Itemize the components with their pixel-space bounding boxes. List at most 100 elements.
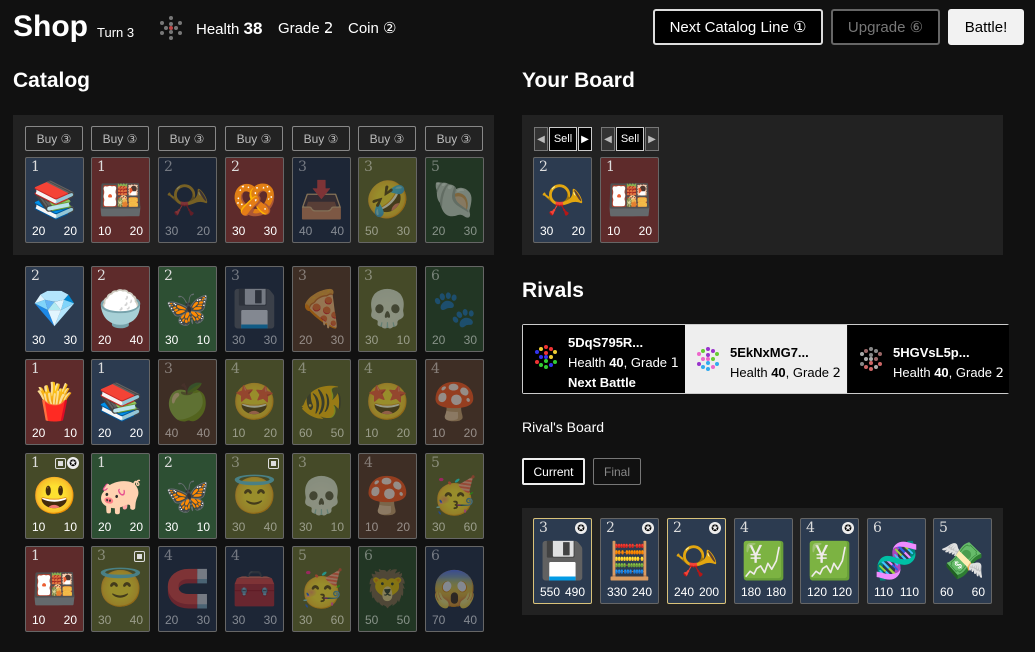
- card-health: 110: [899, 585, 919, 599]
- unit-card[interactable]: 5 🥳 30 60: [292, 546, 351, 632]
- unit-card[interactable]: 2 📯 240 200 ✪: [667, 518, 726, 604]
- board-title: Your Board: [522, 69, 635, 92]
- unit-card[interactable]: 1 🐖 20 20: [91, 453, 150, 539]
- unit-card[interactable]: 2 🦋 30 10: [158, 266, 217, 352]
- rival-item[interactable]: 5EkNxMG7... Health 40, Grade 𝟤: [685, 325, 847, 393]
- buy-button[interactable]: Buy ③: [25, 126, 83, 151]
- card-attack: 30: [232, 333, 246, 347]
- rival-grade: 𝟤: [995, 365, 1004, 380]
- move-left-button[interactable]: ◀: [534, 127, 548, 151]
- unit-card[interactable]: 3 🍏 40 40: [158, 359, 217, 445]
- buy-button[interactable]: Buy ③: [425, 126, 483, 151]
- unit-card[interactable]: 3 💾 550 490 ✪: [533, 518, 592, 604]
- unit-card[interactable]: 4 🐠 60 50: [292, 359, 351, 445]
- card-grade: 3: [231, 268, 240, 284]
- card-emoji-icon: 💹: [741, 540, 786, 581]
- buy-button[interactable]: Buy ③: [358, 126, 416, 151]
- card-attack: 30: [98, 613, 112, 627]
- card-grade: 4: [740, 520, 749, 536]
- card-emoji-icon: 😇: [232, 475, 277, 516]
- card-health: 20: [571, 224, 585, 238]
- card-attack: 70: [432, 613, 446, 627]
- rival-health-label: Health: [568, 355, 606, 370]
- buy-button[interactable]: Buy ③: [225, 126, 283, 151]
- unit-card[interactable]: 4 🍄 10 20: [425, 359, 484, 445]
- buy-button[interactable]: Buy ③: [91, 126, 149, 151]
- card-health: 20: [63, 613, 77, 627]
- unit-card[interactable]: 3 🤣 50 30: [358, 157, 417, 243]
- rival-text: 5HGVsL5p... Health 40, Grade 𝟤: [893, 343, 1004, 383]
- unit-card[interactable]: 1 🍱 10 20: [91, 157, 150, 243]
- unit-card[interactable]: 2 📯 30 20: [533, 157, 592, 243]
- unit-card[interactable]: 4 🍄 10 20: [358, 453, 417, 539]
- coin-stat: Coin ②: [348, 19, 396, 37]
- unit-card[interactable]: 4 🧲 20 30: [158, 546, 217, 632]
- unit-card[interactable]: 4 💹 180 180: [734, 518, 793, 604]
- unit-card[interactable]: 1 📚 20 20: [91, 359, 150, 445]
- unit-card[interactable]: 5 💸 60 60: [933, 518, 992, 604]
- rival-grade: 𝟣: [670, 355, 679, 370]
- unit-card[interactable]: 5 🐚 20 30: [425, 157, 484, 243]
- card-health: 60: [330, 613, 344, 627]
- card-emoji-icon: 💾: [232, 288, 277, 329]
- rival-health: 40: [609, 355, 624, 370]
- unit-card[interactable]: 4 🧰 30 30: [225, 546, 284, 632]
- card-emoji-icon: 💀: [299, 475, 344, 516]
- card-grade: 5: [939, 520, 948, 536]
- card-health: 20: [638, 224, 652, 238]
- unit-card[interactable]: 1 🍱 10 20: [600, 157, 659, 243]
- rival-name: 5DqS795R...: [568, 335, 644, 350]
- unit-card[interactable]: 3 😇 30 40: [91, 546, 150, 632]
- unit-card[interactable]: 6 🐾 20 30: [425, 266, 484, 352]
- unit-card[interactable]: 6 🦁 50 50: [358, 546, 417, 632]
- card-attack: 30: [432, 520, 446, 534]
- rival-item[interactable]: 5DqS795R... Health 40, Grade 𝟣 Next Battle: [523, 325, 685, 393]
- card-grade: 6: [364, 548, 373, 564]
- unit-card[interactable]: 4 🤩 10 20: [225, 359, 284, 445]
- unit-card[interactable]: 3 💀 30 10: [358, 266, 417, 352]
- unit-card[interactable]: 3 💀 30 10: [292, 453, 351, 539]
- card-attack: 240: [674, 585, 695, 599]
- unit-card[interactable]: 1 🍱 10 20: [25, 546, 84, 632]
- battle-button[interactable]: Battle!: [948, 9, 1024, 45]
- unit-card[interactable]: 4 🤩 10 20: [358, 359, 417, 445]
- card-health: 20: [63, 224, 77, 238]
- card-grade: 4: [806, 520, 815, 536]
- unit-card[interactable]: 4 💹 120 120 ✪: [800, 518, 859, 604]
- unit-card[interactable]: 2 🍚 20 40: [91, 266, 150, 352]
- unit-card[interactable]: 5 🥳 30 60: [425, 453, 484, 539]
- card-attack: 20: [98, 426, 112, 440]
- card-grade: 6: [431, 548, 440, 564]
- tab-final[interactable]: Final: [593, 458, 641, 485]
- unit-card[interactable]: 2 🥨 30 30: [225, 157, 284, 243]
- buy-button[interactable]: Buy ③: [292, 126, 350, 151]
- card-attack: 30: [365, 333, 379, 347]
- unit-card[interactable]: 2 💎 30 30: [25, 266, 84, 352]
- unit-card[interactable]: 3 🍕 20 30: [292, 266, 351, 352]
- card-health: 50: [330, 426, 344, 440]
- move-right-button[interactable]: ▶: [578, 127, 592, 151]
- unit-card[interactable]: 1 🍟 20 10: [25, 359, 84, 445]
- unit-card[interactable]: 6 😱 70 40: [425, 546, 484, 632]
- unit-card[interactable]: 3 😇 30 40: [225, 453, 284, 539]
- unit-card[interactable]: 1 📚 20 20: [25, 157, 84, 243]
- move-left-button[interactable]: ◀: [601, 127, 615, 151]
- unit-card[interactable]: 6 🧬 110 110: [867, 518, 926, 604]
- rival-item[interactable]: 5HGVsL5p... Health 40, Grade 𝟤: [848, 325, 1009, 393]
- unit-card[interactable]: 1 😃 10 10 ✪: [25, 453, 84, 539]
- unit-card[interactable]: 2 🧮 330 240 ✪: [600, 518, 659, 604]
- unit-card[interactable]: 2 📯 30 20: [158, 157, 217, 243]
- card-attack: 30: [165, 520, 179, 534]
- unit-card[interactable]: 2 🦋 30 10: [158, 453, 217, 539]
- unit-card[interactable]: 3 📥 40 40: [292, 157, 351, 243]
- sell-button[interactable]: Sell: [616, 127, 644, 151]
- grade-stat: Grade 𝟤: [278, 19, 333, 37]
- move-right-button[interactable]: ▶: [645, 127, 659, 151]
- sell-button[interactable]: Sell: [549, 127, 577, 151]
- buy-button[interactable]: Buy ③: [158, 126, 216, 151]
- card-emoji-icon: 🍱: [32, 568, 77, 609]
- upgrade-button[interactable]: Upgrade ⑥: [831, 9, 940, 45]
- tab-current[interactable]: Current: [522, 458, 585, 485]
- next-catalog-line-button[interactable]: Next Catalog Line ①: [653, 9, 823, 45]
- unit-card[interactable]: 3 💾 30 30: [225, 266, 284, 352]
